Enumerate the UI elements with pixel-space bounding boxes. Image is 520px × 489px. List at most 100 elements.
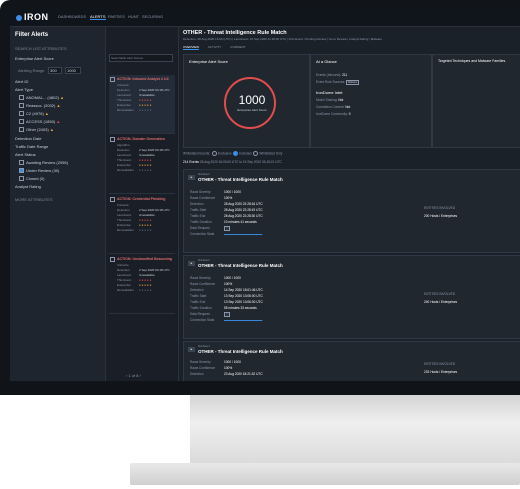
status-option[interactable]: Under Review (30) <box>19 168 59 174</box>
remediation-dots: ● ● ● ● ● <box>139 228 152 232</box>
checkbox[interactable] <box>19 176 24 182</box>
severity-dots: ● ● ● ● ● <box>139 278 152 282</box>
glance-row: Event Rule Sources: Malware <box>316 80 360 85</box>
alert-detail: OTHER - Threat Intelligence Rule Match D… <box>179 27 520 381</box>
warning-icon: ▲ <box>44 111 49 116</box>
radio-exclusive[interactable] <box>212 151 217 156</box>
checkbox[interactable] <box>19 95 24 101</box>
checkbox[interactable] <box>19 160 24 166</box>
checkbox[interactable] <box>19 111 24 117</box>
severity-dots: ● ● ● ● ● <box>139 158 152 162</box>
score-max-input[interactable]: 1000 <box>65 67 81 74</box>
enterprise-dots: ● ● ● ● ● <box>139 283 152 287</box>
alert-type-option[interactable]: Other (2403) ▲ <box>19 127 54 133</box>
checkbox[interactable] <box>19 103 24 109</box>
radio-whitelisted-only[interactable] <box>253 151 259 156</box>
checkbox[interactable] <box>110 137 115 142</box>
monitor-stand-base <box>130 463 520 485</box>
filter-analyst-rating[interactable]: Analyst Rating <box>15 184 41 189</box>
alert-search-input[interactable]: Searchable Alert Scores <box>109 54 173 62</box>
checkbox[interactable] <box>19 168 24 174</box>
filter-traffic-date[interactable]: Traffic Date Range <box>15 144 48 149</box>
alert-type-option[interactable]: C2 (4976) ▲ <box>19 111 49 117</box>
alert-type-option[interactable]: ANOMAL... (4802) ▲ <box>19 95 64 101</box>
app-screen: IRON DASHBOARDS ALERTS PARTIES HUNT SECU… <box>10 10 520 381</box>
alert-list: Searchable Alert Scores ACTION: Inbound … <box>106 27 179 381</box>
checkbox[interactable] <box>110 197 115 202</box>
data-request-button[interactable]: ▢ <box>224 226 231 231</box>
status-option[interactable]: Awaiting Review (2096) <box>19 160 68 166</box>
filter-panel: Filter Alerts SEARCH LIST ATTRIBUTES Ent… <box>10 27 106 381</box>
event-card[interactable]: ▸ Sub Event OTHER - Threat Intelligence … <box>183 341 520 381</box>
app-logo: IRON <box>16 12 49 22</box>
score-min-input[interactable]: 300 <box>48 67 62 74</box>
checkbox[interactable] <box>110 77 115 82</box>
intel-title: IronDome Intel: <box>316 90 344 95</box>
enterprise-dots: ● ● ● ● ● <box>139 223 152 227</box>
more-attributes[interactable]: MORE ATTRIBUTES <box>15 197 52 202</box>
alert-type-option[interactable]: Reassoc. (2002) ▲ <box>19 103 61 109</box>
enterprise-dots: ● ● ● ● ● <box>139 103 152 107</box>
filter-detection-date[interactable]: Detection Date <box>15 136 41 141</box>
monitor-stand-neck <box>190 395 520 465</box>
warning-icon: ▲ <box>49 127 54 132</box>
score-panel: Enterprise Alert Score 1000 Enterprise A… <box>183 54 310 148</box>
nav-hunt[interactable]: HUNT <box>128 14 139 19</box>
filter-alert-status[interactable]: Alert Status <box>15 152 36 157</box>
remediation-dots: ● ● ● ● ● <box>139 108 152 112</box>
enterprise-dots: ● ● ● ● ● <box>139 163 152 167</box>
warning-icon: ▲ <box>56 119 61 124</box>
status-option[interactable]: Closed (0) <box>19 176 44 182</box>
checkbox[interactable] <box>110 257 115 262</box>
nav-dashboards[interactable]: DASHBOARDS <box>58 14 86 19</box>
expand-icon[interactable]: ▸ <box>188 261 195 266</box>
tab-activity[interactable]: ACTIVITY <box>208 45 222 49</box>
filter-title: Filter Alerts <box>15 32 49 38</box>
checkbox[interactable] <box>19 119 24 125</box>
whitelisted-filter: Whitelisted Events: Exclusive Included W… <box>183 151 283 156</box>
nav-parties[interactable]: PARTIES <box>108 14 125 19</box>
filter-search-label[interactable]: SEARCH LIST ATTRIBUTES <box>15 46 67 51</box>
logo-icon <box>16 14 22 21</box>
alert-card[interactable]: ACTION: Domain Generation Algorithm Dete… <box>109 135 175 194</box>
connection-link[interactable]: ▬▬▬▬▬▬▬▬▬▬▬▬ <box>224 232 262 236</box>
intel-row: Correlation Context: Not <box>316 105 351 109</box>
filter-alert-type[interactable]: Alert Type <box>15 87 33 92</box>
targeted-panel: Targeted Techniques and Malware Families <box>432 54 520 148</box>
severity-dots: ● ● ● ● ● <box>139 98 152 102</box>
event-card[interactable]: ▸ Sub Event OTHER - Threat Intelligence … <box>183 255 520 339</box>
alert-subtitle: Detection: 28 Aug 2020 16:00 (UTC) | Las… <box>183 37 383 41</box>
filter-enterprise-score[interactable]: Enterprise Alert Score <box>15 56 54 61</box>
data-request-button[interactable]: ▢ <box>224 312 231 317</box>
alert-card[interactable]: ACTION: Credential Phishing 6 Events Det… <box>109 195 175 254</box>
alert-card[interactable]: ACTION: Inbound Analyst 4 1/4 4 Events D… <box>109 75 175 134</box>
event-card[interactable]: ▸ Sub Event OTHER - Threat Intelligence … <box>183 169 520 253</box>
events-header: 214 Events 28 Aug 2020 16:00:00 UTC to 1… <box>183 160 282 164</box>
glance-row: Events (Inbound): 211 <box>316 73 348 77</box>
checkbox[interactable] <box>19 127 24 133</box>
expand-icon[interactable]: ▸ <box>188 347 195 352</box>
score-caption: Enterprise Alert Score <box>237 108 267 112</box>
filter-alert-id[interactable]: Alert ID <box>15 79 28 84</box>
severity-dots: ● ● ● ● ● <box>139 218 152 222</box>
score-range-label: Alerting Range <box>18 68 45 73</box>
score-gauge: 1000 Enterprise Alert Score <box>224 77 276 129</box>
score-value: 1000 <box>238 93 266 107</box>
warning-icon: ▲ <box>56 103 61 108</box>
detail-tabs: OVERVIEW ACTIVITY COMMENT <box>183 45 254 50</box>
tab-comment[interactable]: COMMENT <box>230 45 246 49</box>
alert-card[interactable]: ACTION: Unclassified Beaconing 4 Events … <box>109 255 175 314</box>
intel-row: IronDome Community: 0 <box>316 112 351 116</box>
expand-icon[interactable]: ▸ <box>188 175 195 180</box>
tab-overview[interactable]: OVERVIEW <box>183 45 200 50</box>
warning-icon: ▲ <box>60 95 64 100</box>
pagination[interactable]: ‹ 1 of 8 › <box>126 373 141 378</box>
next-page-icon[interactable]: › <box>138 373 141 378</box>
nav-alerts[interactable]: ALERTS <box>90 14 106 20</box>
remediation-dots: ● ● ● ● ● <box>139 288 152 292</box>
monitor-bezel: IRON DASHBOARDS ALERTS PARTIES HUNT SECU… <box>0 0 520 395</box>
nav-securing[interactable]: SECURING <box>142 14 163 19</box>
alert-type-option[interactable]: ACCESS (1850) ▲ <box>19 119 61 125</box>
connection-link[interactable]: ▬▬▬▬▬▬▬▬▬▬▬▬ <box>224 318 262 322</box>
radio-included[interactable] <box>233 151 239 156</box>
